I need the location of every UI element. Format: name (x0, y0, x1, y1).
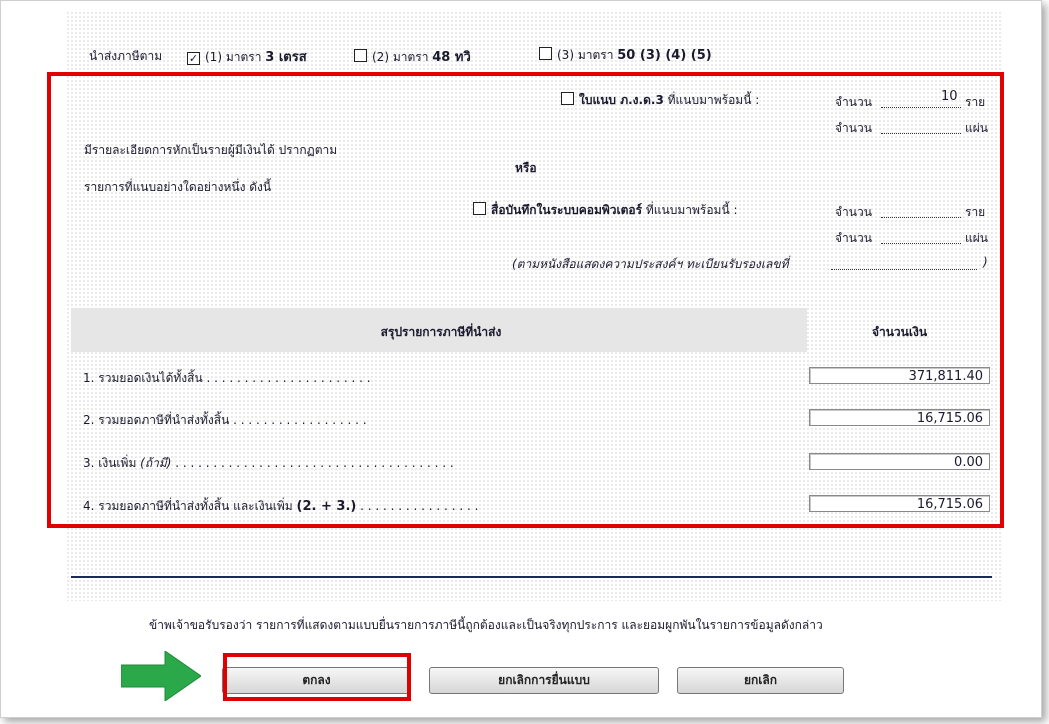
section-option-2[interactable]: (2) มาตรา 48 ทวิ (354, 46, 471, 67)
submit-by-row: นำส่งภาษีตาม (89, 47, 162, 66)
form-window: นำส่งภาษีตาม ✓ (1) มาตรา 3 เตรส (2) มาตรา… (0, 0, 1042, 718)
submit-by-label: นำส่งภาษีตาม (89, 49, 163, 63)
section-option-1-text: (1) มาตรา (205, 50, 266, 64)
checkbox-section-2[interactable] (354, 49, 367, 62)
cancel-filing-button[interactable]: ยกเลิกการยื่นแบบ (429, 667, 659, 694)
checkbox-section-1[interactable]: ✓ (187, 52, 200, 65)
checkbox-section-3[interactable] (539, 47, 552, 60)
section-option-3-bold: 50 (3) (4) (5) (617, 48, 712, 63)
cancel-button[interactable]: ยกเลิก (677, 667, 844, 694)
certification-text: ข้าพเจ้าขอรับรองว่า รายการที่แสดงตามแบบย… (149, 618, 823, 632)
section-option-2-text: (2) มาตรา (372, 50, 433, 64)
section-option-3-text: (3) มาตรา (557, 48, 618, 62)
highlight-ok-button (223, 653, 411, 701)
green-arrow-icon (121, 651, 201, 701)
section-option-1[interactable]: ✓ (1) มาตรา 3 เตรส (187, 46, 307, 67)
section-option-1-bold: 3 เตรส (265, 50, 307, 65)
section-divider (71, 576, 992, 578)
highlight-details-box (47, 72, 1004, 528)
section-option-2-bold: 48 ทวิ (432, 50, 471, 65)
section-option-3[interactable]: (3) มาตรา 50 (3) (4) (5) (539, 46, 712, 65)
